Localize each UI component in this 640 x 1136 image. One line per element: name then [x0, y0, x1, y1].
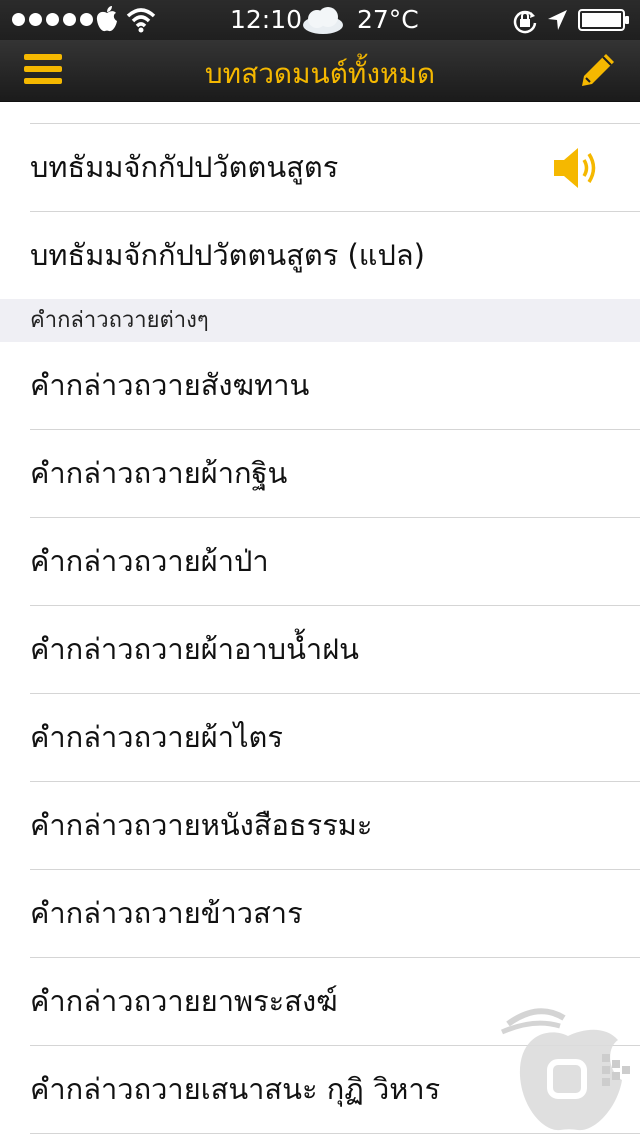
apple-watermark-icon	[500, 1008, 630, 1131]
status-bar: 12:10 27°C	[0, 0, 640, 40]
list-item[interactable]: คำกล่าวถวายผ้าป่า	[30, 518, 640, 606]
list-item-label: คำกล่าวถวายผ้าอาบน้ำฝน	[30, 632, 360, 666]
prayer-list: บทธัมมจักกัปปวัตตนสูตร บทธัมมจักกัปปวัตต…	[0, 101, 640, 1134]
list-item-label: คำกล่าวถวายข้าวสาร	[30, 896, 303, 930]
list-item-label: คำกล่าวถวายผ้าไตร	[30, 720, 283, 754]
carrier-apple-icon	[96, 6, 117, 32]
location-arrow-icon	[548, 10, 567, 30]
wifi-icon	[126, 8, 156, 33]
cloud-weather-icon	[303, 7, 343, 34]
list-item-label: คำกล่าวถวายหนังสือธรรมะ	[30, 808, 373, 842]
rotation-lock-icon	[513, 10, 537, 34]
list-item[interactable]: บทธัมมจักกัปปวัตตนสูตร	[30, 124, 640, 212]
status-time: 12:10	[230, 5, 303, 34]
list-item[interactable]: คำกล่าวถวายผ้าอาบน้ำฝน	[30, 606, 640, 694]
list-item[interactable]: คำกล่าวถวายผ้ากฐิน	[30, 430, 640, 518]
list-item[interactable]: บทธัมมจักกัปปวัตตนสูตร (แปล)	[30, 212, 640, 299]
list-item[interactable]: คำกล่าวถวายผ้าไตร	[30, 694, 640, 782]
list-item-label: บทธัมมจักกัปปวัตตนสูตร (แปล)	[30, 238, 425, 272]
list-item-label: บทธัมมจักกัปปวัตตนสูตร	[30, 150, 339, 184]
hamburger-icon-line	[24, 78, 62, 84]
list-item-partial[interactable]	[30, 101, 640, 124]
list-item-label: คำกล่าวถวายผ้ากฐิน	[30, 456, 288, 490]
menu-button[interactable]	[24, 54, 62, 84]
list-item[interactable]: คำกล่าวถวายสังฆทาน	[30, 342, 640, 430]
list-item[interactable]: คำกล่าวถวายข้าวสาร	[30, 870, 640, 958]
pencil-icon[interactable]	[578, 50, 618, 90]
battery-icon	[578, 9, 629, 31]
speaker-icon[interactable]	[552, 146, 602, 190]
section-header: คำกล่าวถวายต่างๆ	[0, 299, 640, 342]
page-title: บทสวดมนต์ทั้งหมด	[204, 57, 436, 90]
signal-strength-icon	[12, 13, 93, 26]
list-item-label: คำกล่าวถวายสังฆทาน	[30, 368, 310, 402]
list-item-label: คำกล่าวถวายยาพระสงฆ์	[30, 984, 338, 1018]
list-item-label: คำกล่าวถวายผ้าป่า	[30, 544, 269, 578]
list-item-label: คำกล่าวถวายเสนาสนะ กุฏิ วิหาร	[30, 1072, 441, 1106]
screen: 12:10 27°C บทสวดมนต์ทั้งหมด บทธัมมจักกัป…	[0, 0, 640, 1136]
status-temperature: 27°C	[357, 5, 419, 34]
navigation-bar: บทสวดมนต์ทั้งหมด	[0, 40, 640, 102]
hamburger-icon-line	[24, 66, 62, 72]
hamburger-icon	[24, 54, 62, 60]
list-item[interactable]: คำกล่าวถวายหนังสือธรรมะ	[30, 782, 640, 870]
